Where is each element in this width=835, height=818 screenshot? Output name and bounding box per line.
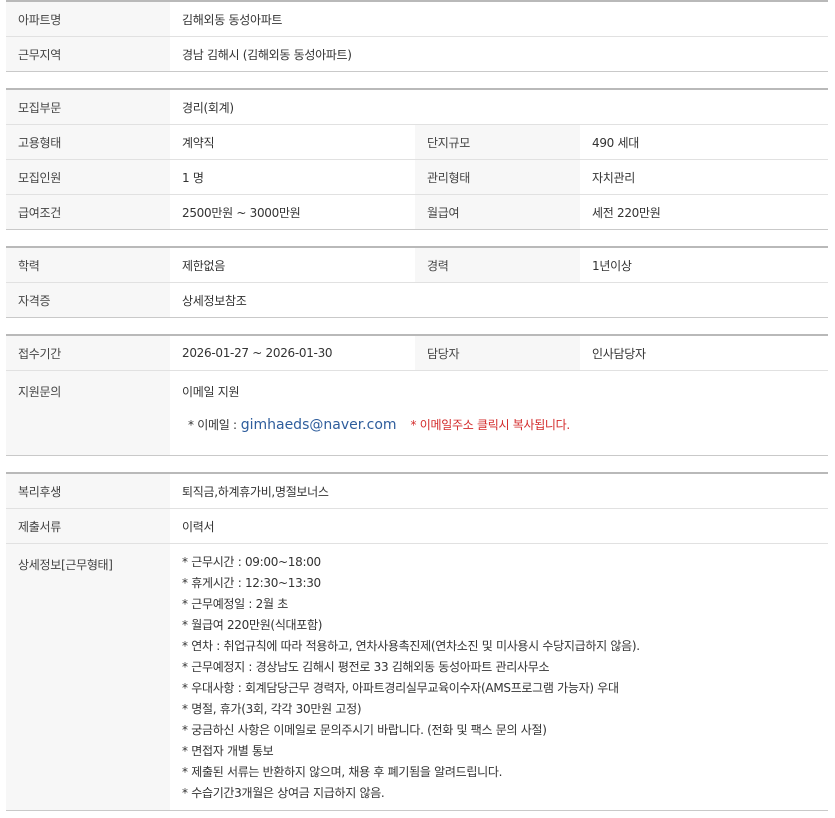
docs-value: 이력서 <box>170 508 828 544</box>
detail-line: * 궁금하신 사항은 이메일로 문의주시기 바랍니다. (전화 및 팩스 문의 … <box>182 723 547 737</box>
row-docs: 제출서류 이력서 <box>6 508 828 544</box>
mgmt-label: 관리형태 <box>415 159 580 195</box>
count-label: 모집인원 <box>6 159 170 195</box>
edu-value: 제한없음 <box>182 258 225 273</box>
monthly-value: 세전 220만원 <box>580 194 829 230</box>
career-value: 1년이상 <box>592 258 632 273</box>
section-apartment: 아파트명 김해외동 동성아파트 근무지역 경남 김해시 (김해외동 동성아파트) <box>6 0 828 72</box>
career-label: 경력 <box>415 247 580 283</box>
mgmt-value: 자치관리 <box>580 159 829 195</box>
section-recruit: 모집부문 경리(회계) 고용형태 계약직 단지규모 490 세대 모집인원 1 … <box>6 88 829 230</box>
inquiry-label: 지원문의 <box>6 370 170 456</box>
detail-line: * 근무예정지 : 경상남도 김해시 평전로 33 김해외동 동성아파트 관리사… <box>182 660 550 674</box>
welfare-label: 복리후생 <box>6 473 170 509</box>
apt-name-label: 아파트명 <box>6 1 170 37</box>
detail-label: 상세정보[근무형태] <box>6 543 170 811</box>
cert-value: 상세정보참조 <box>170 282 828 318</box>
scale-value: 490 세대 <box>580 124 829 160</box>
row-location: 근무지역 경남 김해시 (김해외동 동성아파트) <box>6 36 828 72</box>
row-detail: 상세정보[근무형태] * 근무시간 : 09:00~18:00 * 휴게시간 :… <box>6 543 828 811</box>
inquiry-cell: 이메일 지원 * 이메일 : gimhaeds@naver.com * 이메일주소 … <box>170 370 828 456</box>
apt-name-value: 김해외동 동성아파트 <box>182 12 283 27</box>
row-salary: 급여조건 2500만원 ~ 3000만원 월급여 세전 220만원 <box>6 194 829 230</box>
detail-line: * 명절, 휴가(3회, 각각 30만원 고정) <box>182 702 362 716</box>
emp-type-label: 고용형태 <box>6 124 170 160</box>
row-inquiry: 지원문의 이메일 지원 * 이메일 : gimhaeds@naver.com * 이… <box>6 370 828 456</box>
salary-value: 2500만원 ~ 3000만원 <box>170 194 415 230</box>
cert-label: 자격증 <box>6 282 170 318</box>
dept-value: 경리(회계) <box>182 100 234 115</box>
row-dept: 모집부문 경리(회계) <box>6 89 828 125</box>
monthly-label: 월급여 <box>415 194 580 230</box>
section-qualification: 학력 제한없음 경력 1년이상 자격증 상세정보참조 <box>6 246 828 318</box>
emp-type-value: 계약직 <box>170 124 415 160</box>
edu-label: 학력 <box>6 247 170 283</box>
email-link[interactable]: gimhaeds@naver.com <box>241 417 397 433</box>
count-value: 1 명 <box>170 159 415 195</box>
inquiry-method: 이메일 지원 <box>182 385 240 399</box>
job-detail-container: 아파트명 김해외동 동성아파트 근무지역 경남 김해시 (김해외동 동성아파트)… <box>6 0 829 811</box>
location-value: 경남 김해시 (김해외동 동성아파트) <box>170 36 828 72</box>
detail-line: * 연차 : 취업규칙에 따라 적용하고, 연차사용촉진제(연차소진 및 미사용… <box>182 639 640 653</box>
row-count: 모집인원 1 명 관리형태 자치관리 <box>6 159 829 195</box>
email-copy-note: * 이메일주소 클릭시 복사됩니다. <box>410 418 571 432</box>
row-welfare: 복리후생 퇴직금,하계휴가비,명절보너스 <box>6 473 828 509</box>
period-label: 접수기간 <box>6 335 170 371</box>
salary-label: 급여조건 <box>6 194 170 230</box>
section-details: 복리후생 퇴직금,하계휴가비,명절보너스 제출서류 이력서 상세정보[근무형태]… <box>6 472 828 811</box>
detail-line: * 우대사항 : 회계담당근무 경력자, 아파트경리실무교육이수자(AMS프로그… <box>182 681 619 695</box>
detail-line: * 면접자 개별 통보 <box>182 744 274 758</box>
row-cert: 자격증 상세정보참조 <box>6 282 828 318</box>
detail-line: * 근무예정일 : 2월 초 <box>182 597 289 611</box>
detail-line: * 휴게시간 : 12:30~13:30 <box>182 576 321 590</box>
detail-line: * 수습기간3개월은 상여금 지급하지 않음. <box>182 786 385 800</box>
row-period: 접수기간 2026-01-27 ~ 2026-01-30 담당자 인사담당자 <box>6 335 828 371</box>
detail-line: * 제출된 서류는 반환하지 않으며, 채용 후 폐기됨을 알려드립니다. <box>182 765 503 779</box>
docs-label: 제출서류 <box>6 508 170 544</box>
row-edu: 학력 제한없음 경력 1년이상 <box>6 247 828 283</box>
period-value: 2026-01-27 ~ 2026-01-30 <box>182 346 333 360</box>
location-label: 근무지역 <box>6 36 170 72</box>
scale-label: 단지규모 <box>415 124 580 160</box>
row-apt-name: 아파트명 김해외동 동성아파트 <box>6 1 828 37</box>
manager-label: 담당자 <box>415 335 580 371</box>
dept-label: 모집부문 <box>6 89 170 125</box>
welfare-value: 퇴직금,하계휴가비,명절보너스 <box>182 484 329 499</box>
row-emp-type: 고용형태 계약직 단지규모 490 세대 <box>6 124 829 160</box>
email-prefix: * 이메일 : <box>188 418 237 432</box>
detail-line: * 근무시간 : 09:00~18:00 <box>182 555 321 569</box>
email-line: * 이메일 : gimhaeds@naver.com * 이메일주소 클릭시 복사됩… <box>182 416 816 433</box>
detail-line: * 월급여 220만원(식대포함) <box>182 618 323 632</box>
section-application: 접수기간 2026-01-27 ~ 2026-01-30 담당자 인사담당자 지… <box>6 334 828 456</box>
detail-list: * 근무시간 : 09:00~18:00 * 휴게시간 : 12:30~13:3… <box>170 543 828 811</box>
manager-value: 인사담당자 <box>592 346 646 361</box>
